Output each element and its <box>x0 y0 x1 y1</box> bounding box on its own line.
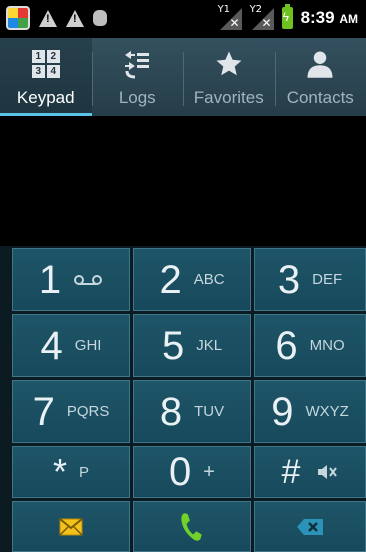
backspace-button[interactable] <box>254 501 366 552</box>
warning-icon <box>66 9 84 27</box>
usb-debugging-icon <box>93 10 107 26</box>
key-9[interactable]: 9 WXYZ <box>254 380 366 443</box>
key-letters: TUV <box>194 403 225 420</box>
key-5[interactable]: 5 JKL <box>133 314 251 377</box>
key-digit: 1 <box>38 257 62 302</box>
key-letters: + <box>203 460 215 483</box>
tab-contacts[interactable]: Contacts <box>274 38 366 116</box>
key-digit: 7 <box>32 389 55 434</box>
star-icon <box>216 51 242 76</box>
tab-label: Logs <box>118 88 156 107</box>
warning-icon <box>39 9 57 27</box>
tab-label: Keypad <box>16 88 75 107</box>
key-letters: P <box>79 463 90 481</box>
key-2[interactable]: 2 ABC <box>133 248 251 311</box>
status-bar: Y1 ✕ Y2 ✕ ϟ 8:39 AM <box>0 0 366 38</box>
key-digit: 9 <box>271 389 294 434</box>
sim2-no-signal-icon: Y2 ✕ <box>249 4 274 30</box>
tab-logs[interactable]: Logs <box>91 38 184 116</box>
message-icon <box>59 517 83 536</box>
tab-favorites[interactable]: Favorites <box>183 38 275 116</box>
tab-keypad[interactable]: 12 34 Keypad <box>0 38 92 116</box>
key-3[interactable]: 3 DEF <box>254 248 366 311</box>
call-icon <box>181 512 202 541</box>
key-star[interactable]: * P <box>12 446 130 498</box>
key-4[interactable]: 4 GHI <box>12 314 130 377</box>
silent-mode-icon <box>318 465 338 479</box>
clock: 8:39 AM <box>300 8 358 27</box>
key-7[interactable]: 7 PQRS <box>12 380 130 443</box>
voicemail-icon <box>74 274 103 285</box>
key-letters: JKL <box>196 337 223 354</box>
logs-icon <box>125 51 150 79</box>
tab-bar: 12 34 Keypad Logs Favorites Contacts <box>0 38 366 116</box>
key-6[interactable]: 6 MNO <box>254 314 366 377</box>
key-8[interactable]: 8 TUV <box>133 380 251 443</box>
backspace-icon <box>297 518 323 535</box>
app-notification-icon <box>6 6 30 30</box>
key-letters: DEF <box>312 271 343 288</box>
number-display[interactable] <box>0 116 366 246</box>
key-0[interactable]: 0 + <box>133 446 251 498</box>
key-digit: 3 <box>277 257 301 302</box>
keypad-icon: 12 34 <box>31 50 60 78</box>
tab-label: Contacts <box>286 88 354 107</box>
key-letters: GHI <box>74 337 102 354</box>
call-button[interactable] <box>133 501 251 552</box>
key-digit: 4 <box>40 323 63 368</box>
key-letters: MNO <box>309 337 345 354</box>
key-digit: 8 <box>159 389 183 434</box>
tab-label: Favorites <box>193 88 264 107</box>
key-digit: 5 <box>161 323 185 368</box>
battery-charging-icon: ϟ <box>281 4 293 29</box>
dial-pad: 1 2 ABC 3 DEF 4 GHI 5 JKL 6 MNO 7 PQRS 8… <box>0 246 366 552</box>
key-digit: 2 <box>159 257 182 302</box>
key-letters: WXYZ <box>305 403 349 420</box>
key-digit: 6 <box>275 323 298 368</box>
person-icon <box>307 51 333 78</box>
key-digit: 0 <box>169 450 192 494</box>
key-digit: # <box>281 453 301 491</box>
key-hash[interactable]: # <box>254 446 366 498</box>
key-letters: ABC <box>193 271 225 288</box>
key-1[interactable]: 1 <box>12 248 130 311</box>
key-digit: * <box>52 451 67 492</box>
message-button[interactable] <box>12 501 130 552</box>
key-letters: PQRS <box>66 403 110 420</box>
sim1-no-signal-icon: Y1 ✕ <box>217 4 242 30</box>
